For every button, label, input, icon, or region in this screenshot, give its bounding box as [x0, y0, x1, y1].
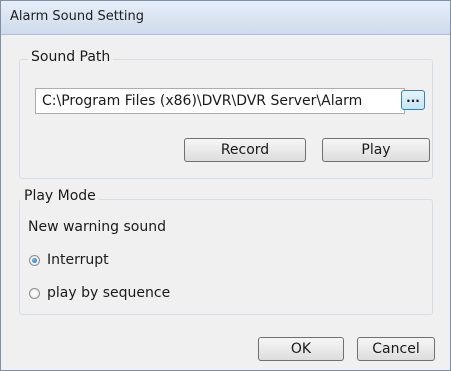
radio-sequence-label[interactable]: play by sequence — [47, 285, 170, 301]
ok-button[interactable]: OK — [258, 337, 344, 361]
record-button[interactable]: Record — [184, 138, 306, 162]
title-bar: Alarm Sound Setting — [1, 1, 450, 35]
radio-selected-dot — [32, 258, 37, 263]
sound-path-input[interactable]: C:\Program Files (x86)\DVR\DVR Server\Al… — [35, 88, 405, 114]
play-button[interactable]: Play — [322, 138, 430, 162]
radio-interrupt-label[interactable]: Interrupt — [47, 252, 109, 268]
play-mode-legend: Play Mode — [21, 188, 99, 204]
radio-sequence-indicator[interactable] — [29, 288, 40, 299]
sound-path-legend: Sound Path — [28, 49, 114, 65]
new-warning-sound-label: New warning sound — [28, 219, 166, 235]
browse-button[interactable]: ... — [401, 90, 425, 110]
window-title: Alarm Sound Setting — [10, 9, 144, 24]
radio-interrupt-indicator[interactable] — [29, 255, 40, 266]
cancel-button[interactable]: Cancel — [357, 337, 435, 361]
alarm-sound-dialog: Alarm Sound Setting Sound Path C:\Progra… — [0, 0, 451, 371]
